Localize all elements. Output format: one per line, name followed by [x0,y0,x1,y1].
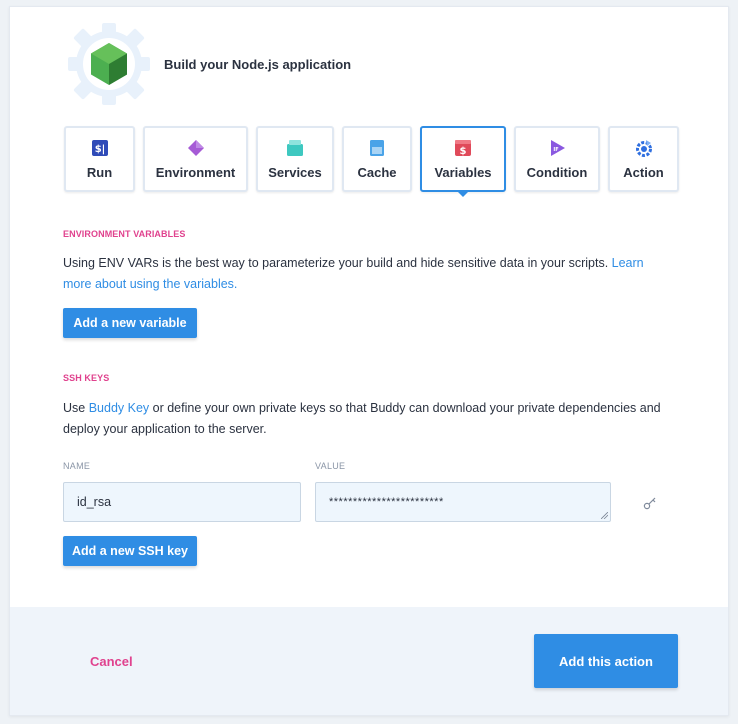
dollar-icon: $ [455,139,471,157]
diamond-icon [187,139,204,156]
tab-label: Run [86,164,113,180]
action-panel: Build your Node.js application $| Run En… [9,6,729,716]
cache-folder-icon [370,139,384,156]
ssh-value-textarea[interactable]: ************************ [315,482,611,522]
tab-action[interactable]: Action [608,126,679,192]
tab-cache[interactable]: Cache [342,126,412,192]
ssh-text-suffix: or define your own private keys so that … [63,401,661,436]
svg-text:IF: IF [553,147,558,153]
tab-run[interactable]: $| Run [64,126,135,192]
tab-condition[interactable]: IF Condition [514,126,600,192]
env-description: Using ENV VARs is the best way to parame… [63,253,673,295]
tab-services[interactable]: Services [256,126,334,192]
ssh-description: Use Buddy Key or define your own private… [63,398,673,440]
ssh-value-text: ************************ [329,496,444,508]
env-section-label: ENVIRONMENT VARIABLES [63,229,186,239]
key-icon[interactable] [643,496,657,510]
tab-label: Action [623,164,664,180]
add-ssh-key-button[interactable]: Add a new SSH key [63,536,197,566]
add-action-button[interactable]: Add this action [534,634,678,688]
resize-handle-icon[interactable] [601,512,608,519]
footer: Cancel Add this action [10,607,728,715]
svg-text:$|: $| [94,144,105,155]
cancel-button[interactable]: Cancel [90,654,133,669]
name-field-label: NAME [63,461,91,471]
tab-environment[interactable]: Environment [143,126,248,192]
add-variable-button[interactable]: Add a new variable [63,308,197,338]
tab-label: Condition [526,164,588,180]
nodejs-hexagon-icon [64,19,154,109]
env-text: Using ENV VARs is the best way to parame… [63,256,612,270]
ssh-text-prefix: Use [63,401,89,415]
value-field-label: VALUE [315,461,346,471]
run-terminal-icon: $| [91,139,108,156]
services-box-icon [287,139,303,156]
condition-play-icon: IF [551,139,565,156]
action-tabs: $| Run Environment Services Cache $ Vari… [64,126,687,197]
ssh-name-input[interactable]: id_rsa [63,482,301,522]
ssh-section-label: SSH KEYS [63,373,110,383]
app-title: Build your Node.js application [164,56,352,72]
header: Build your Node.js application [64,19,351,109]
svg-text:$: $ [460,146,467,157]
tab-label: Variables [434,164,492,180]
action-gear-icon [635,139,652,157]
tab-variables[interactable]: $ Variables [420,126,506,197]
tab-label: Cache [357,164,397,180]
tab-label: Services [268,164,322,180]
tab-label: Environment [155,164,236,180]
buddy-key-link[interactable]: Buddy Key [89,401,149,415]
